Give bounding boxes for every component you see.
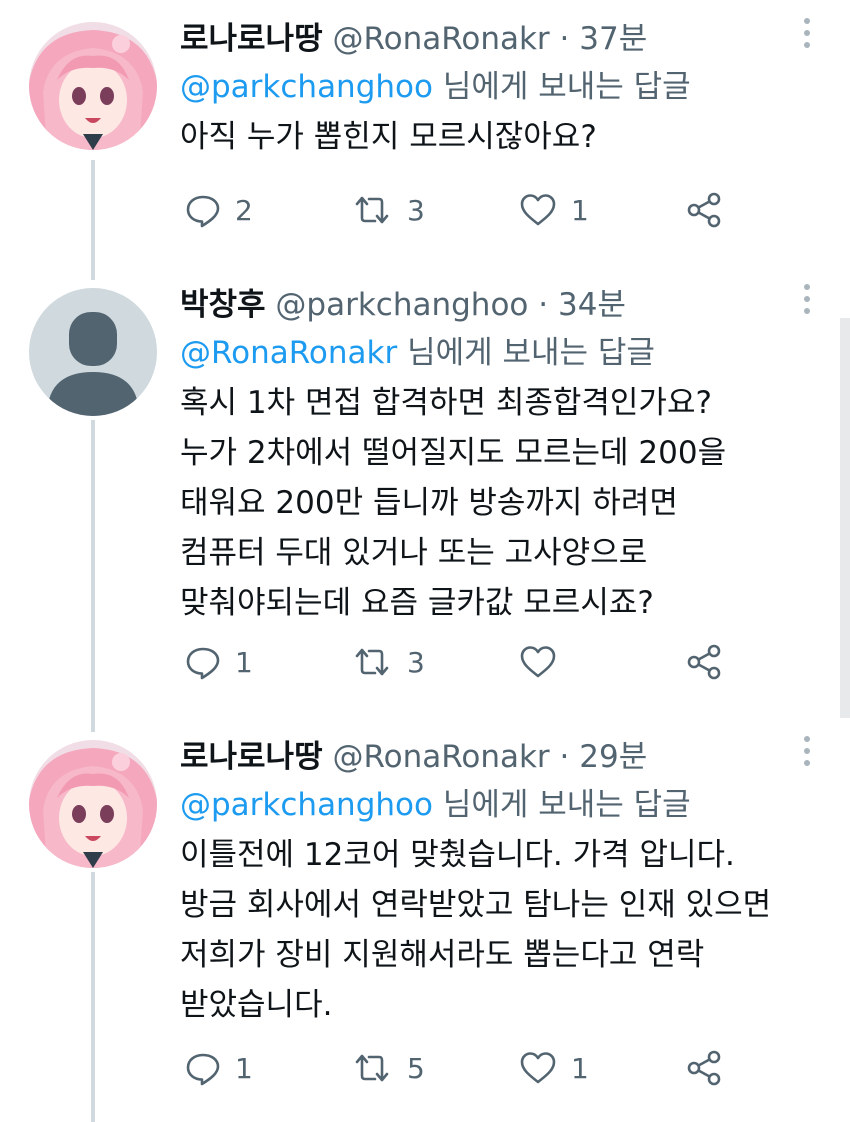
- retweet-icon: [351, 1050, 393, 1086]
- retweet-icon: [351, 192, 393, 228]
- timestamp[interactable]: 29분: [579, 739, 647, 775]
- tweet-text-line: 방금 회사에서 연락받았고 탐나는 인재 있으면: [180, 887, 772, 923]
- display-name[interactable]: 로나로나땅: [180, 21, 323, 57]
- like-icon: [519, 192, 557, 228]
- tweet-content: 로나로나땅 @RonaRonakr · 29분 @parkchanghoo 님에…: [180, 736, 810, 1030]
- more-icon[interactable]: [802, 18, 812, 52]
- tweet-header: 로나로나땅 @RonaRonakr · 29분: [180, 736, 810, 778]
- display-name[interactable]: 로나로나땅: [180, 739, 323, 775]
- share-button[interactable]: [685, 190, 723, 230]
- tweet-actions: 2 3 1: [185, 190, 745, 230]
- like-count: 1: [571, 193, 589, 227]
- tweet-text-line: 누가 2차에서 떨어질지도 모르는데 200을: [180, 435, 727, 471]
- retweet-icon: [351, 644, 393, 680]
- tweet[interactable]: 박창후 @parkchanghoo · 34분 @RonaRonakr 님에게 …: [0, 266, 850, 712]
- timestamp[interactable]: 34분: [558, 287, 626, 323]
- like-icon: [519, 1050, 557, 1086]
- separator-dot: ·: [538, 287, 549, 323]
- tweet-text-line: 저희가 장비 지원해서라도 뽑는다고 연락: [180, 937, 705, 973]
- tweet-content: 박창후 @parkchanghoo · 34분 @RonaRonakr 님에게 …: [180, 284, 810, 628]
- reply-mention[interactable]: @parkchanghoo: [180, 787, 433, 823]
- like-button[interactable]: [519, 642, 571, 682]
- tweet-text-line: 맞춰야되는데 요즘 글카값 모르시죠?: [180, 585, 654, 621]
- reply-icon: [185, 644, 221, 680]
- share-icon: [685, 1049, 723, 1087]
- tweet-text: 이틀전에 12코어 맞췄습니다. 가격 압니다. 방금 회사에서 연락받았고 탐…: [180, 830, 810, 1030]
- like-icon: [519, 644, 557, 680]
- retweet-button[interactable]: 3: [351, 642, 425, 682]
- reply-context: @parkchanghoo 님에게 보내는 답글: [180, 66, 810, 108]
- avatar[interactable]: [29, 22, 157, 150]
- like-button[interactable]: 1: [519, 190, 589, 230]
- tweet-text-line: 아직 누가 뽑힌지 모르시잖아요?: [180, 119, 597, 155]
- tweet[interactable]: 로나로나땅 @RonaRonakr · 37분 @parkchanghoo 님에…: [0, 0, 850, 262]
- retweet-count: 3: [407, 645, 425, 679]
- user-handle[interactable]: @RonaRonakr: [332, 739, 549, 775]
- share-icon: [685, 643, 723, 681]
- tweet-text-line: 태워요 200만 듭니까 방송까지 하려면: [180, 485, 678, 521]
- retweet-count: 5: [407, 1051, 425, 1085]
- like-count: 1: [571, 1051, 589, 1085]
- reply-button[interactable]: 2: [185, 190, 253, 230]
- tweet-text-line: 혹시 1차 면접 합격하면 최종합격인가요?: [180, 385, 712, 421]
- user-handle[interactable]: @RonaRonakr: [332, 21, 549, 57]
- like-button[interactable]: 1: [519, 1048, 589, 1088]
- separator-dot: ·: [559, 21, 570, 57]
- more-icon[interactable]: [802, 736, 812, 770]
- tweet-text-line: 받았습니다.: [180, 987, 333, 1023]
- tweet-text: 아직 누가 뽑힌지 모르시잖아요?: [180, 112, 810, 162]
- reply-count: 1: [235, 1051, 253, 1085]
- reply-count: 2: [235, 193, 253, 227]
- reply-button[interactable]: 1: [185, 1048, 253, 1088]
- reply-mention[interactable]: @RonaRonakr: [180, 335, 397, 371]
- retweet-count: 3: [407, 193, 425, 227]
- tweet-header: 로나로나땅 @RonaRonakr · 37분: [180, 18, 810, 60]
- tweet-actions: 1 3: [185, 642, 745, 682]
- reply-suffix: 님에게 보내는 답글: [397, 335, 655, 371]
- separator-dot: ·: [559, 739, 570, 775]
- tweet-actions: 1 5 1: [185, 1048, 745, 1088]
- tweet[interactable]: 로나로나땅 @RonaRonakr · 29분 @parkchanghoo 님에…: [0, 718, 850, 1122]
- retweet-button[interactable]: 3: [351, 190, 425, 230]
- reply-suffix: 님에게 보내는 답글: [432, 69, 691, 105]
- timestamp[interactable]: 37분: [579, 21, 647, 57]
- reply-mention[interactable]: @parkchanghoo: [180, 69, 433, 105]
- retweet-button[interactable]: 5: [351, 1048, 425, 1088]
- reply-button[interactable]: 1: [185, 642, 253, 682]
- tweet-text-line: 이틀전에 12코어 맞췄습니다. 가격 압니다.: [180, 837, 735, 873]
- tweet-header: 박창후 @parkchanghoo · 34분: [180, 284, 810, 326]
- avatar[interactable]: [29, 740, 157, 868]
- tweet-text: 혹시 1차 면접 합격하면 최종합격인가요? 누가 2차에서 떨어질지도 모르는…: [180, 378, 810, 628]
- reply-count: 1: [235, 645, 253, 679]
- reply-suffix: 님에게 보내는 답글: [432, 787, 691, 823]
- tweet-content: 로나로나땅 @RonaRonakr · 37분 @parkchanghoo 님에…: [180, 18, 810, 162]
- avatar[interactable]: [29, 288, 157, 416]
- share-icon: [685, 191, 723, 229]
- more-icon[interactable]: [802, 284, 812, 318]
- share-button[interactable]: [685, 1048, 723, 1088]
- reply-context: @RonaRonakr 님에게 보내는 답글: [180, 332, 810, 374]
- reply-icon: [185, 192, 221, 228]
- reply-icon: [185, 1050, 221, 1086]
- share-button[interactable]: [685, 642, 723, 682]
- reply-context: @parkchanghoo 님에게 보내는 답글: [180, 784, 810, 826]
- display-name[interactable]: 박창후: [180, 287, 266, 323]
- tweet-text-line: 컴퓨터 두대 있거나 또는 고사양으로: [180, 535, 648, 571]
- user-handle[interactable]: @parkchanghoo: [275, 287, 528, 323]
